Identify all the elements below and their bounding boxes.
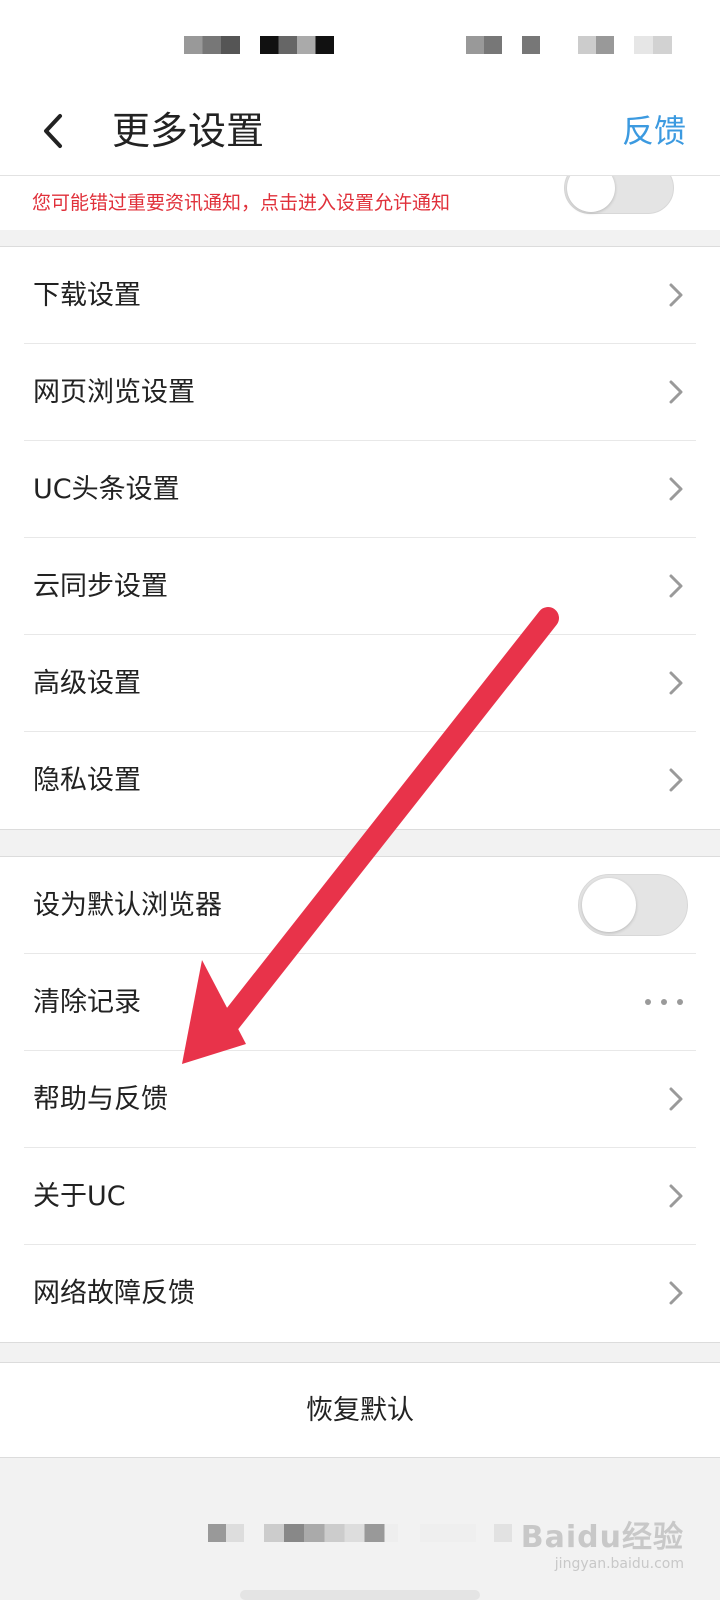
settings-row-default-browser[interactable]: 设为默认浏览器 <box>24 857 696 954</box>
settings-row-label: 云同步设置 <box>33 571 168 602</box>
top-app-bar: 更多设置 反馈 <box>0 86 720 176</box>
default-browser-toggle[interactable] <box>578 874 688 936</box>
chevron-right-icon <box>669 768 683 792</box>
settings-row-label: 下载设置 <box>33 280 141 311</box>
bottom-blur <box>494 1524 512 1542</box>
settings-row-advanced[interactable]: 高级设置 <box>24 635 696 732</box>
settings-row-label: 清除记录 <box>33 987 141 1018</box>
chevron-right-icon <box>669 1184 683 1208</box>
status-bar-blur <box>184 36 240 54</box>
watermark-url: jingyan.baidu.com <box>554 1556 684 1572</box>
settings-row-label: 关于UC <box>33 1181 126 1212</box>
chevron-right-icon <box>669 380 683 404</box>
chevron-right-icon <box>669 283 683 307</box>
settings-row-label: 网络故障反馈 <box>33 1278 195 1309</box>
status-bar-blur <box>634 36 672 54</box>
back-button[interactable] <box>34 104 78 158</box>
chevron-right-icon <box>669 477 683 501</box>
restore-defaults-button[interactable]: 恢复默认 <box>0 1362 720 1458</box>
notification-warning-text: 您可能错过重要资讯通知，点击进入设置允许通知 <box>32 192 451 214</box>
chevron-right-icon <box>669 574 683 598</box>
status-bar-blur <box>260 36 334 54</box>
status-bar-blur <box>522 36 540 54</box>
chevron-right-icon <box>669 1281 683 1305</box>
settings-row-clear-history[interactable]: 清除记录 <box>24 954 696 1051</box>
settings-row-label: 网页浏览设置 <box>33 377 195 408</box>
settings-row-help-feedback[interactable]: 帮助与反馈 <box>24 1051 696 1148</box>
settings-row-network-fault-feedback[interactable]: 网络故障反馈 <box>24 1245 696 1342</box>
settings-row-download[interactable]: 下载设置 <box>24 247 696 344</box>
back-arrow-icon <box>44 114 62 148</box>
settings-row-label: 帮助与反馈 <box>33 1084 168 1115</box>
status-bar <box>0 0 720 86</box>
more-dots-icon <box>645 999 683 1005</box>
settings-row-label: 高级设置 <box>33 668 141 699</box>
chevron-right-icon <box>669 1087 683 1111</box>
settings-group-2: 设为默认浏览器 清除记录 帮助与反馈 关于UC 网络故障反馈 <box>0 856 720 1343</box>
watermark: Baidu经验 jingyan.baidu.com <box>521 1512 684 1572</box>
chevron-right-icon <box>669 671 683 695</box>
settings-row-about-uc[interactable]: 关于UC <box>24 1148 696 1245</box>
settings-row-label: 隐私设置 <box>33 765 141 796</box>
status-bar-blur <box>466 36 502 54</box>
settings-row-web-browsing[interactable]: 网页浏览设置 <box>24 344 696 441</box>
settings-row-cloud-sync[interactable]: 云同步设置 <box>24 538 696 635</box>
settings-row-label: UC头条设置 <box>33 474 180 505</box>
settings-row-label: 设为默认浏览器 <box>33 890 222 921</box>
settings-row-privacy[interactable]: 隐私设置 <box>24 732 696 829</box>
bottom-blur <box>420 1524 476 1542</box>
settings-group-1: 下载设置 网页浏览设置 UC头条设置 云同步设置 高级设置 隐私设置 <box>0 246 720 830</box>
toggle-knob <box>582 878 636 932</box>
bottom-blur <box>264 1524 398 1542</box>
settings-row-uc-headlines[interactable]: UC头条设置 <box>24 441 696 538</box>
navigation-handle[interactable] <box>240 1590 480 1600</box>
status-bar-blur <box>578 36 614 54</box>
bottom-blur <box>208 1524 244 1542</box>
page-title: 更多设置 <box>112 109 265 153</box>
feedback-button[interactable]: 反馈 <box>622 106 686 156</box>
watermark-brand: Baidu经验 <box>520 1520 684 1555</box>
